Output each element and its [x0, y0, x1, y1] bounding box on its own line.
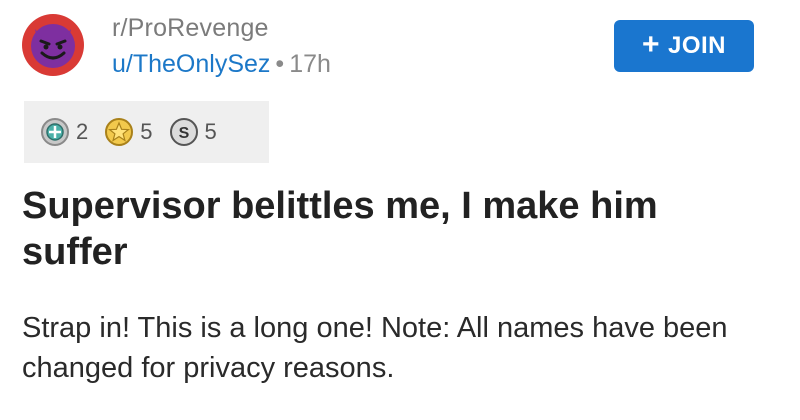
platinum-count: 2	[76, 119, 89, 144]
devil-face-icon	[31, 24, 75, 68]
award-platinum[interactable]: 2	[40, 117, 88, 147]
award-gold[interactable]: 5	[104, 117, 153, 147]
silver-award-icon: S	[169, 118, 198, 146]
post-meta: u/TheOnlySez • 17h	[112, 50, 331, 79]
gold-award-icon	[105, 118, 134, 146]
award-silver[interactable]: S 5	[169, 117, 217, 147]
awards-bar[interactable]: 2 5 S 5	[24, 101, 269, 163]
join-button[interactable]: + JOIN	[614, 20, 754, 72]
post-title[interactable]: Supervisor belittles me, I make him suff…	[22, 183, 762, 275]
post-body: Strap in! This is a long one! Note: All …	[22, 312, 728, 384]
post-age: 17h	[289, 50, 331, 78]
platinum-award-icon	[41, 118, 69, 146]
plus-icon: +	[641, 27, 660, 61]
join-button-label: JOIN	[668, 32, 727, 59]
gold-count: 5	[140, 119, 153, 144]
svg-text:S: S	[178, 125, 189, 142]
silver-count: 5	[204, 119, 217, 144]
subreddit-name[interactable]: r/ProRevenge	[112, 14, 269, 43]
author-username[interactable]: u/TheOnlySez	[112, 50, 270, 78]
post-card: r/ProRevenge u/TheOnlySez • 17h + JOIN 2 5	[0, 0, 800, 420]
meta-separator: •	[275, 50, 285, 78]
subreddit-avatar[interactable]	[22, 14, 84, 76]
